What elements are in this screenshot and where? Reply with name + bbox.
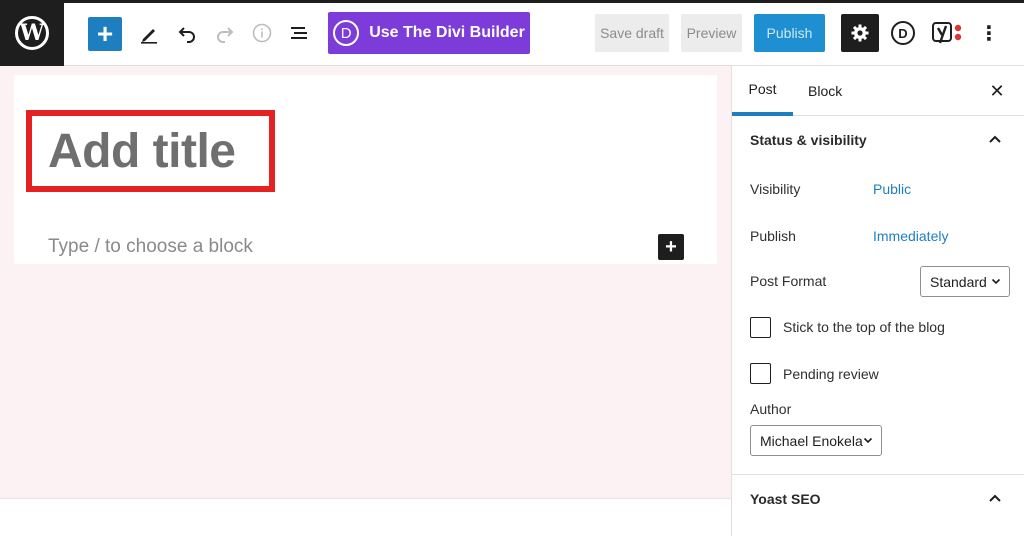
chevron-down-icon <box>863 437 873 443</box>
editor-footer <box>0 498 731 536</box>
preview-button[interactable]: Preview <box>681 14 742 52</box>
post-title-input[interactable]: Add title <box>48 124 236 179</box>
panel-title: Yoast SEO <box>750 490 821 507</box>
publish-date-toggle[interactable]: Immediately <box>873 228 948 244</box>
pencil-icon[interactable] <box>134 18 164 48</box>
redo-icon[interactable] <box>210 18 240 48</box>
use-divi-builder-button[interactable]: D Use The Divi Builder <box>328 12 530 54</box>
publish-label: Publish <box>750 228 796 244</box>
divi-d-icon: D <box>333 20 360 46</box>
inline-add-block-button[interactable]: + <box>658 234 684 260</box>
post-format-value: Standard <box>930 273 987 290</box>
title-highlight-box: Add title <box>26 110 275 192</box>
post-format-select[interactable]: Standard <box>920 266 1010 297</box>
info-icon[interactable] <box>247 18 277 48</box>
block-placeholder[interactable]: Type / to choose a block <box>48 236 253 258</box>
chevron-down-icon <box>991 278 1001 284</box>
panel-title: Status & visibility <box>750 132 867 148</box>
author-select[interactable]: Michael Enokela <box>750 425 882 456</box>
post-format-label: Post Format <box>750 273 827 289</box>
divi-d-icon[interactable]: D <box>888 18 918 48</box>
chevron-up-icon <box>989 494 1001 502</box>
undo-icon[interactable] <box>172 18 202 48</box>
settings-gear-icon[interactable] <box>841 14 879 52</box>
author-label: Author <box>750 401 792 417</box>
sticky-label: Stick to the top of the blog <box>783 319 945 335</box>
settings-sidebar: Post Block ✕ Status & visibility Visibil… <box>731 66 1024 536</box>
list-view-icon[interactable] <box>284 18 314 48</box>
author-value: Michael Enokela <box>760 432 863 449</box>
editor-toolbar: W + D Use The Divi Builder Save draft Pr… <box>0 0 1024 66</box>
pending-review-checkbox[interactable] <box>750 363 771 384</box>
add-block-button[interactable]: + <box>88 17 122 51</box>
status-visibility-panel-header[interactable]: Status & visibility <box>732 116 1024 164</box>
tab-block[interactable]: Block <box>808 66 842 116</box>
yoast-seo-panel-header[interactable]: Yoast SEO <box>732 474 1024 522</box>
close-icon[interactable]: ✕ <box>984 78 1010 104</box>
sidebar-tabs: Post Block ✕ <box>732 66 1024 116</box>
publish-button[interactable]: Publish <box>754 14 825 52</box>
save-draft-button[interactable]: Save draft <box>595 14 669 52</box>
sticky-checkbox[interactable] <box>750 317 771 338</box>
top-border <box>0 0 1024 3</box>
visibility-toggle[interactable]: Public <box>873 181 911 197</box>
pending-review-label: Pending review <box>783 366 879 382</box>
yoast-icon[interactable] <box>930 17 966 49</box>
wordpress-logo-icon[interactable]: W <box>0 0 64 66</box>
tab-post[interactable]: Post <box>732 66 793 116</box>
visibility-label: Visibility <box>750 181 801 197</box>
chevron-up-icon <box>989 135 1001 143</box>
more-options-icon[interactable]: ⋮ <box>976 18 1002 48</box>
divi-button-label: Use The Divi Builder <box>369 24 525 41</box>
